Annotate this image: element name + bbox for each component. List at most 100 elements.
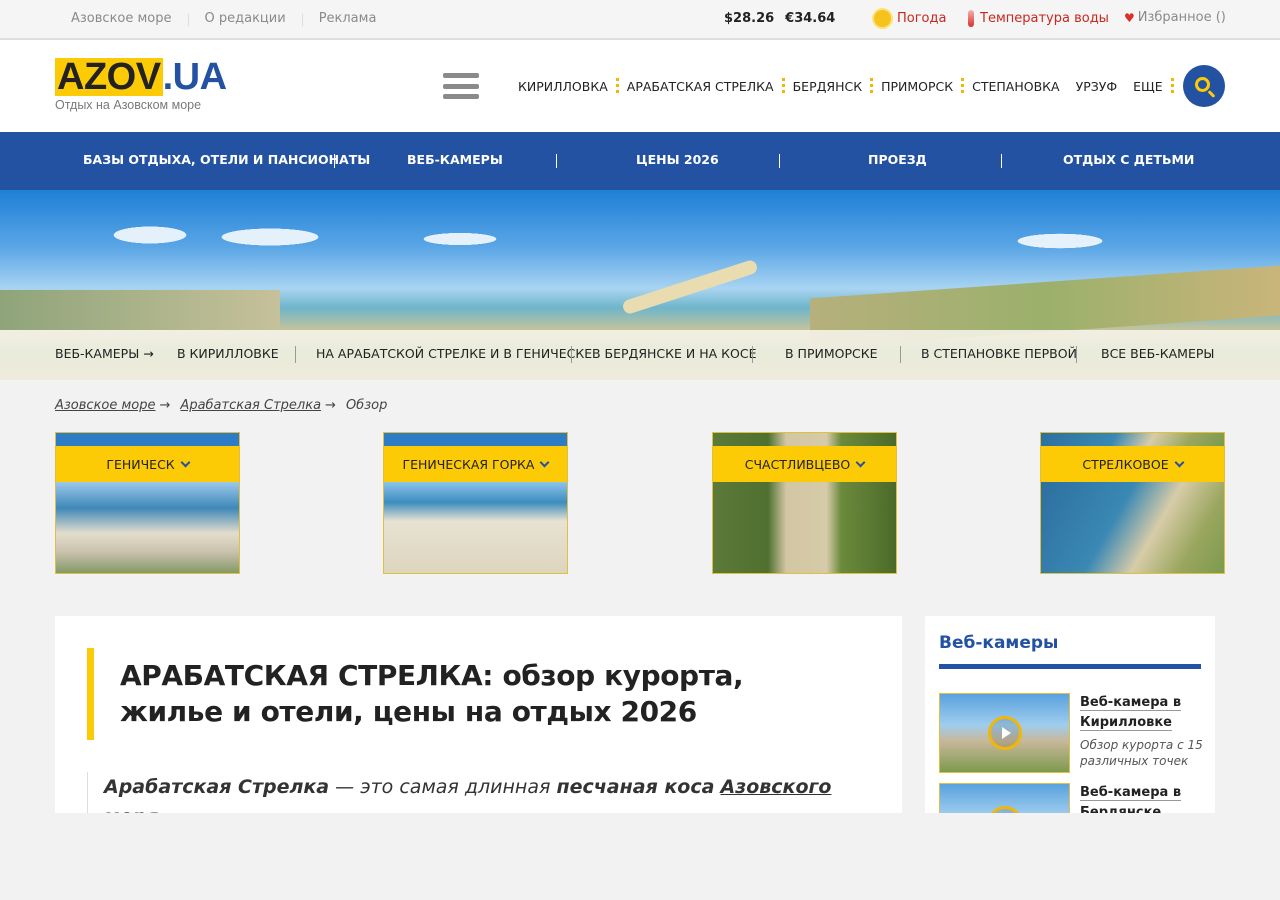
dots-divider: [781, 78, 785, 94]
webcam-link-all[interactable]: ВСЕ ВЕБ-КАМЕРЫ: [1101, 346, 1214, 361]
tile-title: СЧАСТЛИВЦЕВО: [744, 456, 851, 472]
tile-label[interactable]: ГЕНИЧЕСК: [56, 446, 239, 482]
chevron-down-icon: [540, 457, 550, 467]
webcam-card-title[interactable]: Веб-камера в Бердянске: [1080, 783, 1205, 813]
nav-travel[interactable]: ПРОЕЗД: [868, 152, 927, 167]
tile-title: СТРЕЛКОВОЕ: [1082, 456, 1169, 472]
city-nav-more[interactable]: ЕЩЕ: [1133, 79, 1162, 94]
currency-rates: $28.26 €34.64: [724, 11, 835, 26]
lead-bold: песчаная коса: [556, 776, 715, 798]
divider: [1001, 154, 1002, 168]
site-header: AZOV .UA Отдых на Азовском море КИРИЛЛОВК…: [0, 40, 1280, 132]
divider: [1076, 346, 1077, 363]
tile-schastlivtsevo[interactable]: СЧАСТЛИВЦЕВО: [712, 432, 897, 574]
tile-label[interactable]: СТРЕЛКОВОЕ: [1041, 446, 1224, 482]
weather-label: Погода: [897, 11, 947, 26]
breadcrumb-current: Обзор: [345, 398, 388, 413]
divider: [900, 346, 901, 363]
webcam-card-berdyansk[interactable]: Веб-камера в Бердянске: [939, 783, 1201, 813]
city-nav-primorsk[interactable]: ПРИМОРСК: [881, 79, 953, 94]
sidebar-title: Веб-камеры: [939, 633, 1059, 653]
logo-part-ua: .UA: [162, 56, 227, 98]
divider: [334, 154, 335, 168]
water-temp-label: Температура воды: [980, 11, 1109, 26]
top-link-about[interactable]: О редакции: [205, 11, 302, 26]
main-nav: БАЗЫ ОТДЫХА, ОТЕЛИ И ПАНСИОНАТЫ ВЕБ-КАМЕ…: [0, 132, 1280, 190]
webcam-link-arabat[interactable]: НА АРАБАТСКОЙ СТРЕЛКЕ И В ГЕНИЧЕСКЕ: [316, 346, 592, 361]
breadcrumb-link-arabat[interactable]: Арабатская Стрелка: [180, 398, 321, 413]
breadcrumb: Азовское море → Арабатская Стрелка → Обз…: [55, 398, 387, 413]
divider: [556, 154, 557, 168]
divider: [779, 154, 780, 168]
webcam-thumbnail[interactable]: [939, 783, 1070, 813]
divider: [571, 346, 572, 363]
logo-part-azov: AZOV: [55, 56, 163, 98]
webcam-link-kirillovka[interactable]: В КИРИЛЛОВКЕ: [177, 346, 279, 361]
city-nav-urzuf[interactable]: УРЗУФ: [1076, 79, 1118, 94]
webcam-link-stepanovka[interactable]: В СТЕПАНОВКЕ ПЕРВОЙ: [921, 346, 1077, 361]
nav-accommodation[interactable]: БАЗЫ ОТДЫХА, ОТЕЛИ И ПАНСИОНАТЫ: [83, 152, 370, 167]
city-nav-kirillovka[interactable]: КИРИЛЛОВКА: [518, 79, 608, 94]
sun-icon: [874, 10, 891, 27]
search-button[interactable]: [1183, 65, 1225, 107]
nav-kids[interactable]: ОТДЫХ С ДЕТЬМИ: [1063, 152, 1194, 167]
chevron-down-icon: [180, 457, 191, 467]
sidebar-underline: [939, 664, 1201, 669]
city-nav-arabat[interactable]: АРАБАТСКАЯ СТРЕЛКА: [627, 79, 774, 94]
city-nav-berdyansk[interactable]: БЕРДЯНСК: [793, 79, 862, 94]
lead-text: ,: [158, 806, 164, 813]
thermometer-icon: [968, 10, 974, 27]
tile-photo: [713, 482, 896, 573]
arrow-icon: →: [159, 398, 171, 413]
tile-genichesk[interactable]: ГЕНИЧЕСК: [55, 432, 240, 574]
page-title: АРАБАТСКАЯ СТРЕЛКА: обзор курорта, жилье…: [120, 659, 744, 728]
more-dots-icon[interactable]: [1170, 78, 1174, 94]
favorites-label: Избранное (): [1137, 10, 1226, 25]
divider: [187, 14, 189, 26]
article-card: АРАБАТСКАЯ СТРЕЛКА: обзор курорта, жилье…: [55, 616, 902, 813]
webcam-link-primorsk[interactable]: В ПРИМОРСКЕ: [785, 346, 878, 361]
logo-tagline: Отдых на Азовском море: [55, 98, 202, 112]
tile-genicheskaya-gorka[interactable]: ГЕНИЧЕСКАЯ ГОРКА: [383, 432, 568, 574]
nav-webcams[interactable]: ВЕБ-КАМЕРЫ: [407, 152, 503, 167]
divider: [752, 346, 753, 363]
webcam-card-title[interactable]: Веб-камера в Кирилловке: [1080, 693, 1205, 733]
play-icon[interactable]: [988, 716, 1022, 750]
tile-label[interactable]: СЧАСТЛИВЦЕВО: [713, 446, 896, 482]
water-temp-link[interactable]: Температура воды: [968, 10, 1109, 27]
tile-label[interactable]: ГЕНИЧЕСКАЯ ГОРКА: [384, 446, 567, 482]
sidebar-webcams: Веб-камеры Веб-камера в Кирилловке Обзор…: [925, 616, 1215, 813]
heart-icon: ♥: [1124, 10, 1135, 25]
tile-title: ГЕНИЧЕСК: [106, 456, 175, 472]
webcam-bar-label[interactable]: ВЕБ-КАМЕРЫ →: [55, 346, 154, 361]
tile-strelkovoe[interactable]: СТРЕЛКОВОЕ: [1040, 432, 1225, 574]
menu-icon[interactable]: [443, 73, 479, 99]
top-utility-bar: Азовское море О редакции Реклама $28.26 …: [0, 0, 1280, 40]
divider: [295, 346, 296, 363]
top-link-ads[interactable]: Реклама: [319, 11, 393, 26]
nav-prices[interactable]: ЦЕНЫ 2026: [636, 152, 719, 167]
site-logo[interactable]: AZOV .UA Отдых на Азовском море: [55, 58, 227, 112]
title-accent-bar: [87, 648, 94, 740]
tile-photo: [56, 482, 239, 573]
divider: [301, 14, 303, 26]
dots-divider: [961, 78, 965, 94]
webcam-bar: ВЕБ-КАМЕРЫ → В КИРИЛЛОВКЕ НА АРАБАТСКОЙ …: [0, 330, 1280, 380]
lead-bold: Арабатская Стрелка: [104, 776, 330, 798]
chevron-down-icon: [855, 457, 866, 467]
favorites-link[interactable]: ♥ Избранное (): [1124, 10, 1226, 25]
chevron-down-icon: [1174, 457, 1185, 467]
tile-title: ГЕНИЧЕСКАЯ ГОРКА: [402, 456, 535, 472]
city-nav: КИРИЛЛОВКА АРАБАТСКАЯ СТРЕЛКА БЕРДЯНСК П…: [518, 78, 1182, 94]
top-links: Азовское море О редакции Реклама: [71, 11, 392, 26]
webcam-link-berdyansk[interactable]: В БЕРДЯНСКЕ И НА КОСЕ: [592, 346, 756, 361]
webcam-thumbnail[interactable]: [939, 693, 1070, 773]
search-icon: [1194, 76, 1210, 92]
play-icon[interactable]: [988, 806, 1022, 813]
breadcrumb-link-azov-sea[interactable]: Азовское море: [55, 398, 156, 413]
top-link-azov-sea[interactable]: Азовское море: [71, 11, 188, 26]
dots-divider: [615, 78, 619, 94]
city-nav-stepanovka[interactable]: СТЕПАНОВКА: [972, 79, 1059, 94]
webcam-card-kirillovka[interactable]: Веб-камера в Кирилловке Обзор курорта с …: [939, 693, 1203, 775]
weather-link[interactable]: Погода: [874, 10, 946, 27]
